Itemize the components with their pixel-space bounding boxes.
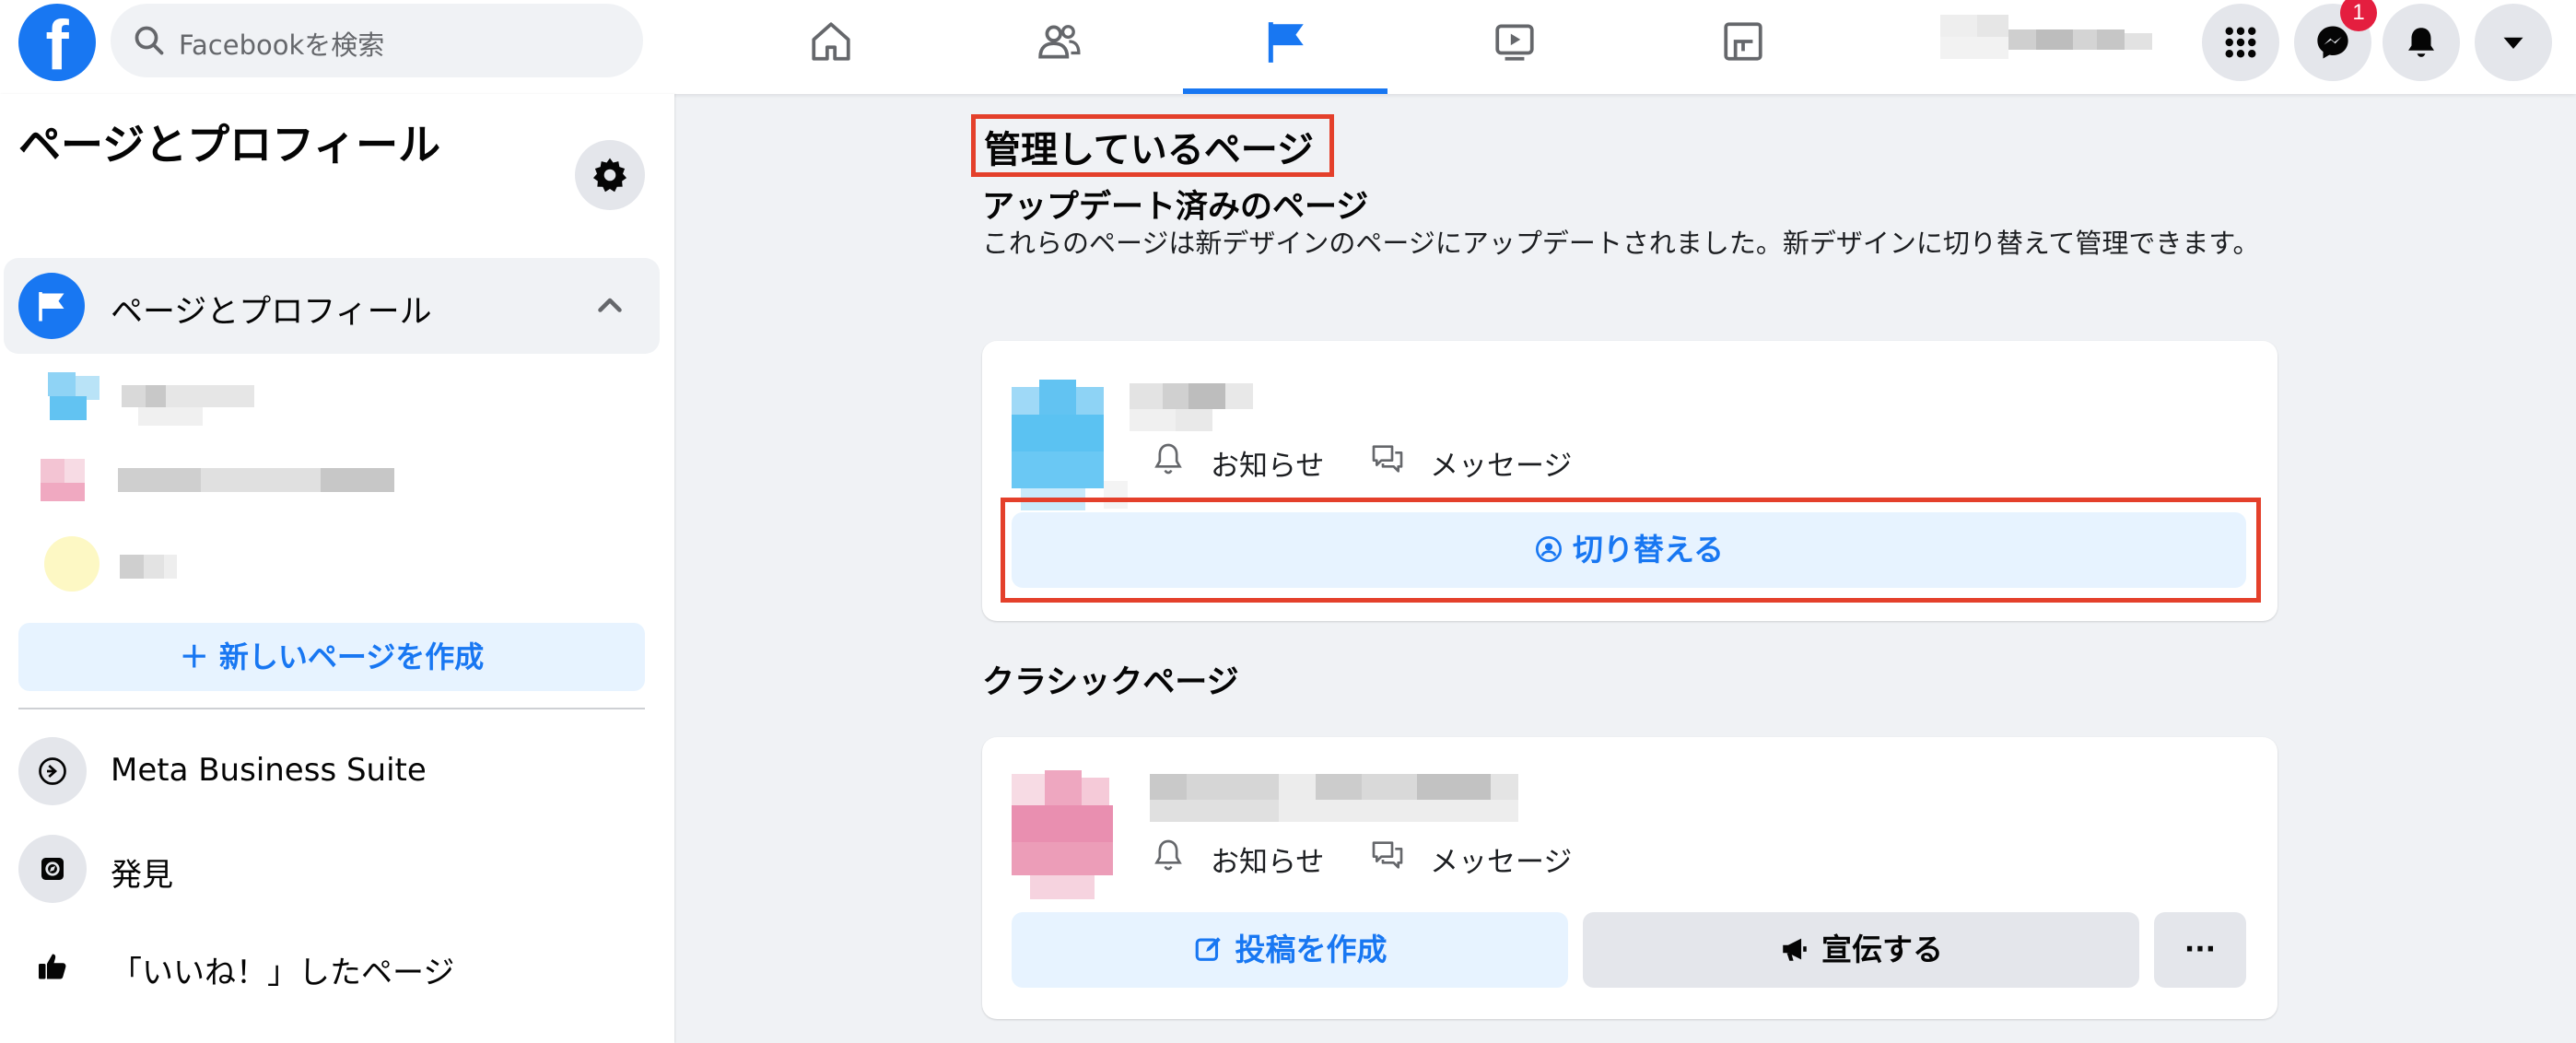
page-name-blurred[interactable] [1130,378,1305,435]
notifications-icon [2408,28,2434,57]
sidebar-title: ページとプロフィール [18,120,441,170]
account-dropdown-icon [2503,37,2523,49]
messages-link[interactable]: メッセージ [1369,835,1599,879]
promote-label: 宣伝する [1821,932,1943,967]
updated-pages-description: これらのページは新デザインのページにアップデートされました。新デザインに切り替え… [982,228,2260,259]
menu-grid-icon [2225,27,2256,58]
create-new-page-button[interactable]: ＋ 新しいページを作成 [18,623,645,691]
logo-letter: f [45,6,69,85]
facebook-logo[interactable]: f [18,4,96,85]
megaphone-icon [1783,938,1807,961]
sidebar-item-meta-business-suite[interactable]: Meta Business Suite [18,732,654,814]
pages-flag-icon-circle [18,273,85,339]
bell-icon [1154,443,1182,475]
nav-tab-friends[interactable] [956,0,1161,94]
page-name-blurred[interactable] [1150,770,1564,826]
message-bubble-icon [1372,445,1403,473]
watch-icon [1495,24,1534,61]
pages-flag-icon [1268,22,1304,63]
sidebar-item-label: Meta Business Suite [111,752,427,789]
create-post-label: 投稿を作成 [1235,932,1388,967]
switch-button-label: 切り替える [1572,532,1724,568]
business-suite-icon-circle [18,737,87,805]
messenger-icon [2317,26,2348,59]
account-menu-button[interactable] [2475,4,2552,81]
messages-label: メッセージ [1430,450,1573,483]
sidebar-item-liked-pages[interactable]: 「いいね！」したページ [18,927,654,1010]
promote-button[interactable]: 宣伝する [1583,912,2139,988]
business-suite-icon [39,757,66,785]
notifications-button[interactable] [2383,4,2460,81]
thumbs-up-icon-circle [18,932,87,1001]
classic-pages-heading: クラシックページ [982,664,1239,701]
sidebar-divider [18,708,645,709]
page-title: 管理しているページ [984,129,1314,171]
thumbs-up-icon [39,954,66,979]
friends-icon [1038,25,1081,59]
sidebar-item-label: 「いいね！」したページ [111,955,455,991]
settings-button[interactable] [575,140,645,210]
notifications-label: お知らせ [1211,846,1325,879]
message-bubble-icon [1372,841,1403,869]
messages-link[interactable]: メッセージ [1369,439,1599,483]
sidebar-item-discover[interactable]: 発見 [18,829,654,912]
gaming-icon [1724,22,1762,61]
messages-label: メッセージ [1430,846,1573,879]
flag-icon [39,292,64,322]
updated-pages-heading: アップデート済みのページ [982,189,1369,226]
search-input[interactable]: Facebookを検索 [111,4,643,77]
bell-icon [1154,839,1182,871]
nav-tab-gaming[interactable] [1640,0,1844,94]
edit-icon [1195,937,1221,961]
gear-icon [592,158,627,193]
profile-name-blurred[interactable] [1940,13,2158,64]
create-post-button[interactable]: 投稿を作成 [1012,912,1568,988]
sidebar-item-label: 発見 [111,857,173,894]
discover-icon [41,858,64,880]
nav-tab-home[interactable] [728,0,932,94]
page-avatar-blurred[interactable] [1012,770,1131,908]
menu-button[interactable] [2202,4,2279,81]
sidebar-item-pages-profiles[interactable]: ページとプロフィール [4,258,660,354]
home-icon [812,22,850,61]
search-placeholder: Facebookを検索 [179,29,385,61]
chevron-up-icon[interactable] [593,289,626,322]
sidebar-page-entry-blurred[interactable] [37,451,424,516]
search-icon [135,26,164,55]
notifications-link[interactable]: お知らせ [1150,835,1371,879]
discover-icon-circle [18,835,87,903]
sidebar-item-label: ページとプロフィール [111,294,432,331]
nav-tab-pages[interactable] [1183,0,1388,94]
sidebar-page-entry-blurred[interactable] [37,534,424,599]
notifications-label: お知らせ [1211,450,1325,483]
nav-tab-watch[interactable] [1411,0,1616,94]
more-options-button[interactable]: ··· [2154,912,2246,988]
switch-profile-icon [1535,536,1562,562]
notifications-link[interactable]: お知らせ [1150,439,1371,483]
switch-button[interactable]: 切り替える [1012,512,2246,588]
sidebar-page-entry-blurred[interactable] [37,367,424,431]
